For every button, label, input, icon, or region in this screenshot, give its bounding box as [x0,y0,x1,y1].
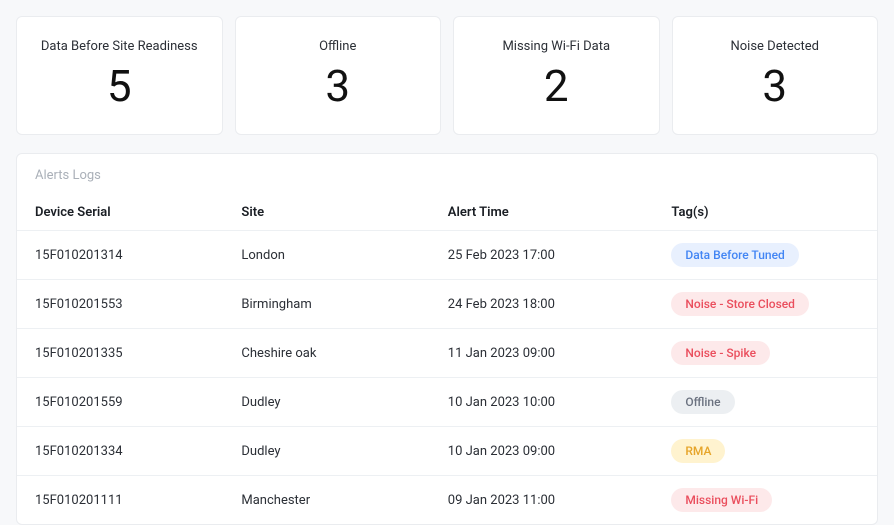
card-value: 3 [248,64,429,108]
cell-device-serial: 15F010201314 [17,231,223,280]
cell-alert-time: 25 Feb 2023 17:00 [430,231,654,280]
cell-device-serial: 15F010201335 [17,329,223,378]
cell-device-serial: 15F010201334 [17,427,223,476]
cell-site: Cheshire oak [223,329,429,378]
card-value: 5 [29,64,210,108]
cell-tags: Offline [653,378,877,427]
cell-device-serial: 15F010201553 [17,280,223,329]
tag-badge[interactable]: Offline [671,390,734,414]
tag-badge[interactable]: Noise - Spike [671,341,770,365]
header-alert-time[interactable]: Alert Time [430,195,654,231]
cell-alert-time: 10 Jan 2023 09:00 [430,427,654,476]
table-row[interactable]: 15F010201111Manchester09 Jan 2023 11:00 M… [17,476,877,525]
cell-device-serial: 15F010201111 [17,476,223,525]
cell-alert-time: 11 Jan 2023 09:00 [430,329,654,378]
cell-tags: Noise - Store Closed [653,280,877,329]
cell-alert-time: 10 Jan 2023 10:00 [430,378,654,427]
card-title: Noise Detected [685,39,866,54]
table-row[interactable]: 15F010201553Birmingham24 Feb 2023 18:00 N… [17,280,877,329]
tag-badge[interactable]: Missing Wi-Fi [671,488,772,512]
cell-site: Dudley [223,378,429,427]
summary-cards-row: Data Before Site Readiness 5 Offline 3 M… [16,16,878,135]
table-header-row: Device Serial Site Alert Time Tag(s) [17,195,877,231]
card-title: Offline [248,39,429,54]
cell-tags: Missing Wi-Fi [653,476,877,525]
header-device-serial[interactable]: Device Serial [17,195,223,231]
cell-tags: Data Before Tuned [653,231,877,280]
table-row[interactable]: 15F010201559Dudley10 Jan 2023 10:00 Offli… [17,378,877,427]
table-row[interactable]: 15F010201334Dudley10 Jan 2023 09:00 RMA [17,427,877,476]
card-value: 3 [685,64,866,108]
cell-site: Manchester [223,476,429,525]
card-noise-detected[interactable]: Noise Detected 3 [672,16,879,135]
tag-badge[interactable]: Noise - Store Closed [671,292,809,316]
card-title: Data Before Site Readiness [29,39,210,54]
cell-site: Dudley [223,427,429,476]
header-site[interactable]: Site [223,195,429,231]
card-title: Missing Wi-Fi Data [466,39,647,54]
cell-alert-time: 09 Jan 2023 11:00 [430,476,654,525]
card-value: 2 [466,64,647,108]
cell-site: London [223,231,429,280]
tag-badge[interactable]: Data Before Tuned [671,243,798,267]
cell-device-serial: 15F010201559 [17,378,223,427]
tag-badge[interactable]: RMA [671,439,725,463]
cell-alert-time: 24 Feb 2023 18:00 [430,280,654,329]
alerts-table: Device Serial Site Alert Time Tag(s) 15F… [17,195,877,524]
card-missing-wifi-data[interactable]: Missing Wi-Fi Data 2 [453,16,660,135]
cell-site: Birmingham [223,280,429,329]
card-offline[interactable]: Offline 3 [235,16,442,135]
table-row[interactable]: 15F010201314London25 Feb 2023 17:00 Data … [17,231,877,280]
alerts-logs-panel: Alerts Logs Device Serial Site Alert Tim… [16,153,878,525]
cell-tags: RMA [653,427,877,476]
table-row[interactable]: 15F010201335Cheshire oak11 Jan 2023 09:0… [17,329,877,378]
header-tags[interactable]: Tag(s) [653,195,877,231]
card-data-before-site-readiness[interactable]: Data Before Site Readiness 5 [16,16,223,135]
panel-title: Alerts Logs [17,154,877,195]
cell-tags: Noise - Spike [653,329,877,378]
